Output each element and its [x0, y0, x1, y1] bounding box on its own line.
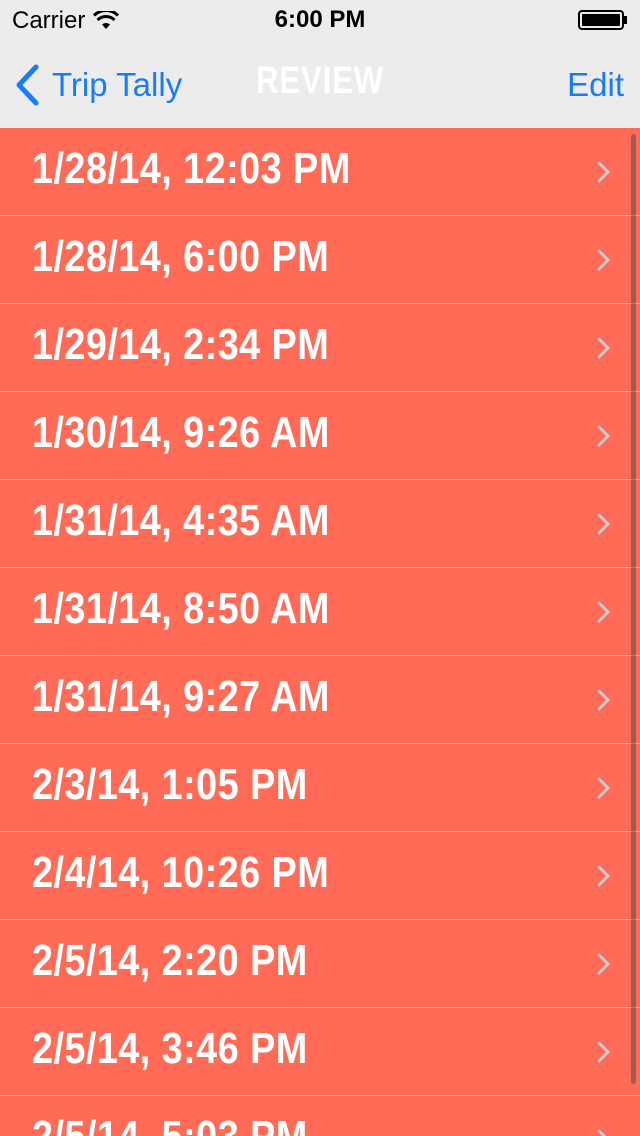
- list-item[interactable]: 1/28/14, 6:00 PM: [0, 216, 640, 304]
- chevron-right-icon: [596, 248, 610, 272]
- list-item[interactable]: 1/30/14, 9:26 AM: [0, 392, 640, 480]
- list-item[interactable]: 1/29/14, 2:34 PM: [0, 304, 640, 392]
- navigation-bar: Trip Tally REVIEW Edit: [0, 40, 640, 129]
- list-item[interactable]: 1/31/14, 4:35 AM: [0, 480, 640, 568]
- status-bar: Carrier 6:00 PM: [0, 0, 640, 40]
- battery-icon: [578, 10, 627, 30]
- chevron-right-icon: [596, 1040, 610, 1064]
- trip-list[interactable]: 1/28/14, 12:03 PM 1/28/14, 6:00 PM 1/29/…: [0, 128, 640, 1136]
- list-item-label: 1/31/14, 9:27 AM: [32, 672, 330, 721]
- chevron-right-icon: [596, 688, 610, 712]
- chevron-right-icon: [596, 424, 610, 448]
- page-title: REVIEW: [256, 60, 384, 102]
- list-item[interactable]: 1/28/14, 12:03 PM: [0, 128, 640, 216]
- chevron-right-icon: [596, 160, 610, 184]
- list-item-label: 1/31/14, 8:50 AM: [32, 584, 330, 633]
- list-item-label: 1/28/14, 12:03 PM: [32, 144, 351, 193]
- list-item[interactable]: 2/5/14, 2:20 PM: [0, 920, 640, 1008]
- list-item[interactable]: 2/3/14, 1:05 PM: [0, 744, 640, 832]
- list-item-label: 2/5/14, 2:20 PM: [32, 936, 308, 985]
- list-item[interactable]: 2/5/14, 3:46 PM: [0, 1008, 640, 1096]
- list-item[interactable]: 2/4/14, 10:26 PM: [0, 832, 640, 920]
- list-item-label: 2/3/14, 1:05 PM: [32, 760, 308, 809]
- chevron-right-icon: [596, 336, 610, 360]
- list-item-label: 1/28/14, 6:00 PM: [32, 232, 330, 281]
- chevron-right-icon: [596, 512, 610, 536]
- list-item-label: 2/5/14, 5:03 PM: [32, 1112, 308, 1136]
- chevron-left-icon: [16, 64, 39, 106]
- list-item[interactable]: 1/31/14, 8:50 AM: [0, 568, 640, 656]
- chevron-right-icon: [596, 1128, 607, 1136]
- status-time: 6:00 PM: [274, 6, 366, 33]
- edit-button[interactable]: Edit: [567, 66, 624, 104]
- list-item-label: 1/30/14, 9:26 AM: [32, 408, 330, 457]
- list-item-label: 1/29/14, 2:34 PM: [32, 320, 330, 369]
- list-item[interactable]: 1/31/14, 9:27 AM: [0, 656, 640, 744]
- chevron-right-icon: [596, 952, 610, 976]
- list-item[interactable]: 2/5/14, 5:03 PM: [0, 1096, 640, 1136]
- chevron-right-icon: [596, 600, 610, 624]
- chevron-right-icon: [596, 776, 610, 800]
- scrollbar[interactable]: [631, 134, 636, 1084]
- list-item-label: 1/31/14, 4:35 AM: [32, 496, 330, 545]
- list-item-label: 2/4/14, 10:26 PM: [32, 848, 330, 897]
- chevron-right-icon: [596, 864, 610, 888]
- list-item-label: 2/5/14, 3:46 PM: [32, 1024, 308, 1073]
